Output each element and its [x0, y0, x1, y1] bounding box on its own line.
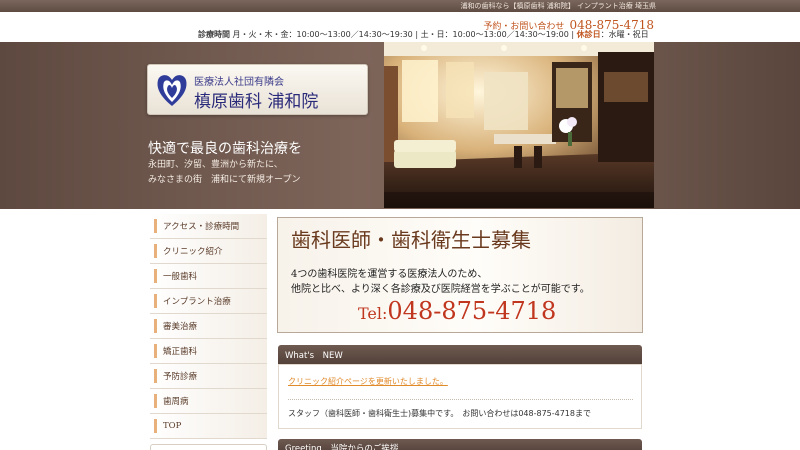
nav-item-orthodontics[interactable]: 矯正歯科 — [150, 339, 267, 364]
nav-marker — [154, 369, 157, 383]
nav-item-access[interactable]: アクセス・診療時間 — [150, 214, 267, 239]
nav-marker — [154, 294, 157, 308]
news-title: What's NEW — [285, 351, 343, 361]
hero-tagline: 快適で最良の歯科治療を — [148, 141, 302, 157]
nav-marker — [154, 244, 157, 258]
holiday-label: 休診日 — [576, 30, 601, 39]
nav-label: 歯周病 — [163, 397, 189, 407]
hours-separator: | — [571, 30, 575, 39]
news-item-link[interactable]: クリニック紹介ページを更新いたしました。 — [288, 376, 448, 387]
recruit-title: 歯科医師・歯科衛生士募集 — [291, 228, 531, 252]
clinic-hours: 診療時間 月・火・木・金：10:00～13:00／14:30～19:30 | 土… — [198, 29, 649, 40]
clinic-interior-photo — [384, 42, 654, 208]
hours-saturday: 土・日：10:00～13:00／14:30～19:00 — [420, 30, 569, 39]
greeting-title: Greeting 当院からのご挨拶 — [285, 444, 399, 450]
nav-marker — [154, 344, 157, 358]
nav-label: 一般歯科 — [163, 272, 198, 282]
news-divider — [288, 399, 633, 400]
nav-label: 矯正歯科 — [163, 347, 198, 357]
nav-marker — [154, 419, 157, 433]
interior-illustration — [384, 42, 654, 208]
heart-logo-icon — [157, 75, 187, 106]
nav-item-aesthetic[interactable]: 審美治療 — [150, 314, 267, 339]
top-bar-text: 浦和の歯科なら【槙原歯科 浦和院】 インプラント治療 埼玉県 — [460, 2, 656, 10]
nav-marker — [154, 319, 157, 333]
nav-label: インプラント治療 — [163, 297, 231, 307]
sidebar-banner[interactable] — [150, 444, 267, 450]
nav-label: 審美治療 — [163, 322, 198, 332]
nav-marker — [154, 269, 157, 283]
nav-item-clinic[interactable]: クリニック紹介 — [150, 239, 267, 264]
sidebar-nav: アクセス・診療時間 クリニック紹介 一般歯科 インプラント治療 審美治療 矯正歯… — [150, 214, 267, 439]
nav-item-periodontal[interactable]: 歯周病 — [150, 389, 267, 414]
recruit-body: 他院と比べ、より深く各診療及び医院経営を学ぶことが可能です。 — [291, 284, 590, 295]
tel-prefix: Tel: — [358, 304, 388, 323]
greeting-section-header: Greeting 当院からのご挨拶 — [278, 439, 642, 450]
nav-item-preventive[interactable]: 予防診療 — [150, 364, 267, 389]
nav-label: アクセス・診療時間 — [163, 222, 240, 232]
hero-description: みなさまの街 浦和にて新規オープン — [148, 175, 301, 185]
clinic-logo[interactable]: 医療法人社団有隣会 槙原歯科 浦和院 — [147, 64, 368, 115]
nav-label: クリニック紹介 — [163, 247, 223, 257]
logo-title: 槙原歯科 浦和院 — [194, 92, 319, 112]
nav-marker — [154, 394, 157, 408]
nav-item-implant[interactable]: インプラント治療 — [150, 289, 267, 314]
logo-subtitle: 医療法人社団有隣会 — [194, 77, 284, 88]
holiday-value: ：水曜・祝日 — [600, 30, 649, 39]
nav-item-general[interactable]: 一般歯科 — [150, 264, 267, 289]
recruit-banner[interactable]: 歯科医師・歯科衛生士募集 4つの歯科医院を運営する医療法人のため、 他院と比べ、… — [277, 217, 643, 333]
top-bar: 浦和の歯科なら【槙原歯科 浦和院】 インプラント治療 埼玉県 — [0, 0, 800, 12]
recruit-body: 4つの歯科医院を運営する医療法人のため、 — [291, 269, 488, 280]
recruit-phone: Tel:048-875-4718 — [358, 297, 556, 325]
hours-label: 診療時間 — [198, 30, 230, 39]
hours-separator: | — [415, 30, 419, 39]
news-item: スタッフ（歯科医師・歯科衛生士)募集中です。 お問い合わせは048-875-47… — [288, 409, 591, 418]
news-section-header: What's NEW — [278, 345, 642, 364]
nav-marker — [154, 219, 157, 233]
nav-label: TOP — [163, 421, 182, 431]
hours-weekday: 月・火・木・金：10:00～13:00／14:30～19:30 — [232, 30, 413, 39]
tel-number: 048-875-4718 — [387, 297, 557, 325]
hero-description: 永田町、汐留、豊洲から新たに、 — [148, 160, 283, 170]
nav-item-top[interactable]: TOP — [150, 414, 267, 439]
news-list: クリニック紹介ページを更新いたしました。 スタッフ（歯科医師・歯科衛生士)募集中… — [278, 364, 642, 429]
nav-label: 予防診療 — [163, 372, 198, 382]
